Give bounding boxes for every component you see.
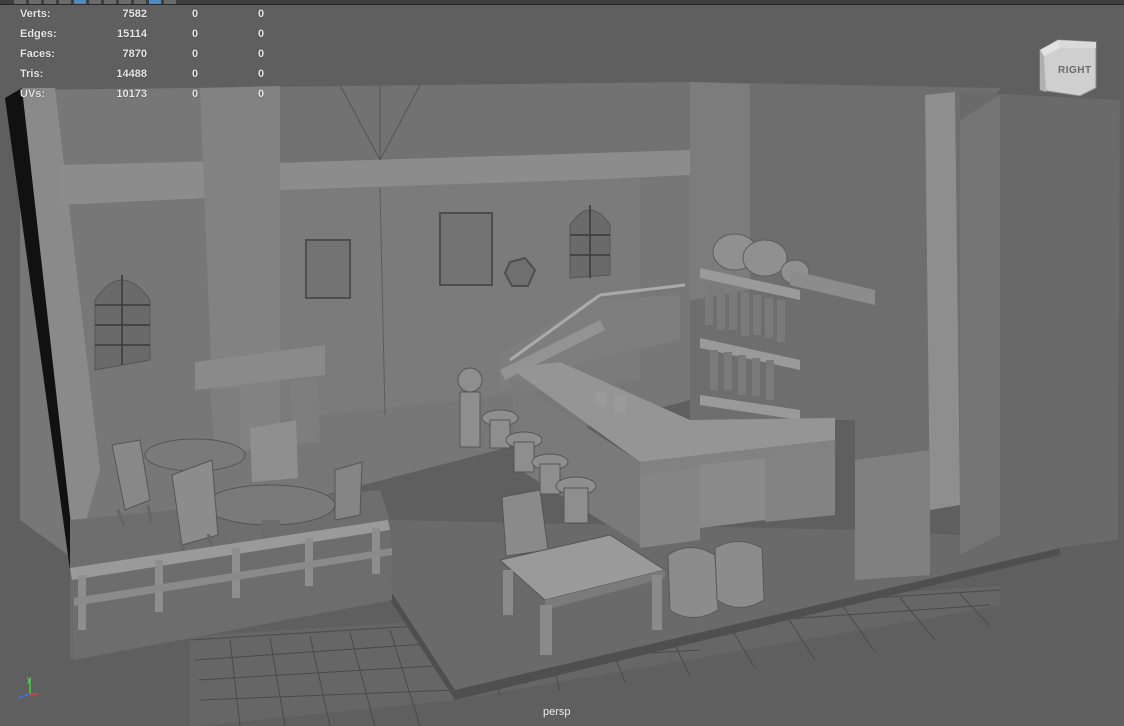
hud-label: Tris: <box>20 68 44 80</box>
hud-value-selected: 0 <box>192 28 199 40</box>
hud-value-total: 14488 <box>116 68 147 80</box>
hud-label: Edges: <box>20 28 57 40</box>
axis-y-label: y <box>27 675 31 684</box>
barrels <box>667 541 765 618</box>
hud-value-selected: 0 <box>192 68 199 80</box>
hud-row-verts: Verts: 7582 0 0 <box>12 5 282 25</box>
axis-gizmo-icon <box>17 678 38 699</box>
hud-row-faces: Faces: 7870 0 0 <box>12 45 282 65</box>
hud-label: Verts: <box>20 8 51 20</box>
hud-value-other: 0 <box>258 8 265 20</box>
picture-frame <box>439 212 493 286</box>
hud-value-other: 0 <box>258 48 265 60</box>
corner-pillar <box>925 92 960 510</box>
perspective-viewport[interactable]: Verts: 7582 0 0 Edges: 15114 0 0 Faces: … <box>0 0 1124 726</box>
picture-frame <box>305 239 351 299</box>
hud-value-total: 7582 <box>122 8 147 20</box>
poly-count-hud: Verts: 7582 0 0 Edges: 15114 0 0 Faces: … <box>12 5 282 105</box>
hud-row-tris: Tris: 14488 0 0 <box>12 65 282 85</box>
view-cube-face-label[interactable]: RIGHT <box>1058 65 1092 76</box>
right-outer-wall-face <box>960 95 1000 555</box>
hud-value-selected: 0 <box>192 48 199 60</box>
hud-value-selected: 0 <box>192 88 199 100</box>
tavern-scene-render <box>5 82 1120 726</box>
hud-value-other: 0 <box>258 28 265 40</box>
hud-label: Faces: <box>20 48 55 60</box>
front-right-column <box>855 450 930 580</box>
arched-window-left <box>94 275 151 371</box>
hud-value-total: 15114 <box>117 28 147 40</box>
hud-value-total: 7870 <box>122 48 147 60</box>
hud-row-edges: Edges: 15114 0 0 <box>12 25 282 45</box>
hud-label: UVs: <box>20 88 46 100</box>
camera-name-label: persp <box>543 706 571 718</box>
hud-value-total: 10173 <box>116 88 147 100</box>
hud-value-other: 0 <box>258 68 265 80</box>
hud-value-selected: 0 <box>192 8 199 20</box>
hud-value-other: 0 <box>258 88 265 100</box>
hud-row-uvs: UVs: 10173 0 0 <box>12 85 282 105</box>
